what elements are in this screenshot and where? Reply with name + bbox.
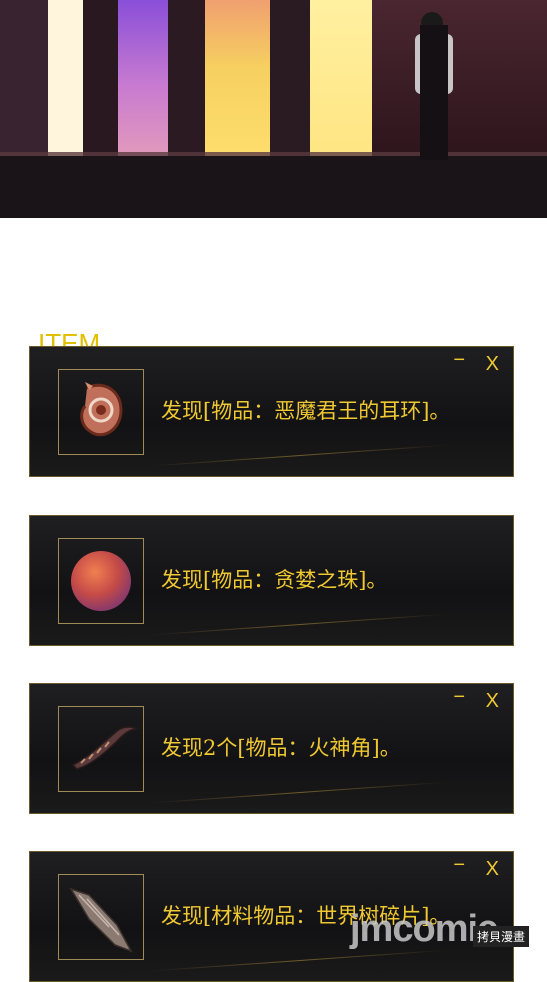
- ground: [0, 156, 547, 218]
- item-message: 发现[物品：贪婪之珠]。: [161, 568, 388, 592]
- item-icon-frame: [58, 874, 144, 960]
- close-button[interactable]: X: [486, 858, 499, 881]
- fire-god-horn-icon: [71, 726, 138, 770]
- item-icon-frame: [58, 706, 144, 792]
- character-figure: [420, 25, 448, 160]
- pillar-light: [310, 0, 372, 170]
- minimize-button[interactable]: −: [453, 349, 465, 372]
- site-watermark-tag: 拷貝漫畫: [473, 926, 530, 947]
- world-tree-shard-icon: [69, 887, 133, 953]
- close-button[interactable]: X: [486, 353, 499, 376]
- pillar: [372, 0, 547, 170]
- pillar: [83, 0, 118, 170]
- pillar: [270, 0, 310, 170]
- minimize-button[interactable]: −: [453, 686, 465, 709]
- minimize-button[interactable]: −: [453, 854, 465, 877]
- item-icon-frame: [58, 538, 144, 624]
- pillar: [0, 0, 48, 170]
- item-message: 发现2个[物品：火神角]。: [161, 736, 401, 760]
- decor-streak: [150, 781, 450, 804]
- item-icon-frame: [58, 369, 144, 455]
- demon-king-earring-icon: [80, 382, 123, 437]
- pillar: [168, 0, 205, 170]
- pillar-light: [118, 0, 168, 170]
- pillar-light: [205, 0, 270, 170]
- decor-streak: [150, 949, 450, 972]
- pillar-light: [48, 0, 83, 170]
- comic-panel-image: [0, 0, 547, 218]
- decor-streak: [150, 444, 450, 467]
- item-message: 发现[物品：恶魔君王的耳环]。: [161, 399, 451, 423]
- item-notification-card: − X 发现[物品：恶魔君王的耳环]。: [29, 346, 514, 477]
- close-button[interactable]: X: [486, 690, 499, 713]
- decor-streak: [150, 613, 450, 636]
- item-notification-card: − X 发现2个[物品：火神角]。: [29, 683, 514, 814]
- item-notification-card: 发现[物品：贪婪之珠]。: [29, 515, 514, 646]
- greed-orb-icon: [71, 551, 131, 611]
